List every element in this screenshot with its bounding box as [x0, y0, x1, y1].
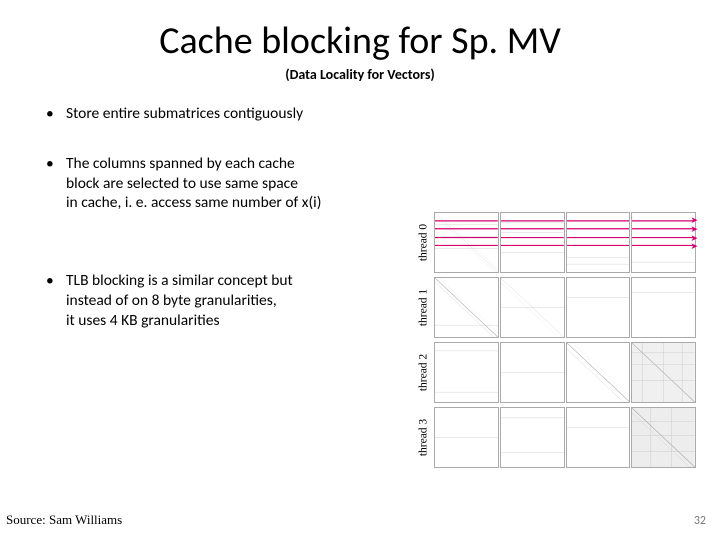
matrix-panel	[631, 212, 696, 273]
bullet-line: it uses 4 KB granularities	[66, 311, 398, 331]
thread-panels	[434, 212, 696, 273]
page-number: 32	[694, 514, 706, 528]
bullet-line: instead of on 8 byte granularities,	[66, 291, 398, 311]
thread-row: thread 1	[428, 277, 696, 338]
thread-figure: thread 0	[428, 212, 696, 472]
bullet-item: Store entire submatrices contiguously	[38, 104, 398, 124]
matrix-panel	[434, 342, 499, 403]
thread-row: thread 0	[428, 212, 696, 273]
thread-panels	[434, 407, 696, 468]
matrix-panel	[500, 407, 565, 468]
bullet-line: TLB blocking is a similar concept but	[66, 271, 398, 291]
bullet-list: Store entire submatrices contiguously Th…	[38, 104, 398, 361]
matrix-panel	[631, 277, 696, 338]
source-label: Source: Sam Williams	[6, 512, 122, 528]
arrow-icon: ➤	[690, 241, 698, 252]
matrix-panel	[631, 407, 696, 468]
matrix-panel	[566, 342, 631, 403]
matrix-panel	[566, 407, 631, 468]
matrix-panel	[500, 277, 565, 338]
matrix-panel	[566, 212, 631, 273]
matrix-panel	[631, 342, 696, 403]
thread-panels	[434, 277, 696, 338]
slide-title: Cache blocking for Sp. MV	[0, 18, 720, 64]
bullet-item: The columns spanned by each cache block …	[38, 154, 398, 213]
matrix-panel	[434, 407, 499, 468]
bullet-line: in cache, i. e. access same number of x(…	[66, 193, 398, 213]
matrix-panel	[500, 212, 565, 273]
thread-panels	[434, 342, 696, 403]
bullet-line: Store entire submatrices contiguously	[66, 104, 398, 124]
matrix-panel	[566, 277, 631, 338]
matrix-panel	[434, 277, 499, 338]
thread-row: thread 2	[428, 342, 696, 403]
bullet-line: block are selected to use same space	[66, 174, 398, 194]
matrix-panel	[500, 342, 565, 403]
bullet-item: TLB blocking is a similar concept but in…	[38, 271, 398, 330]
bullet-line: The columns spanned by each cache	[66, 154, 398, 174]
matrix-panel	[434, 212, 499, 273]
slide-subtitle: (Data Locality for Vectors)	[0, 66, 720, 83]
thread-row: thread 3	[428, 407, 696, 468]
